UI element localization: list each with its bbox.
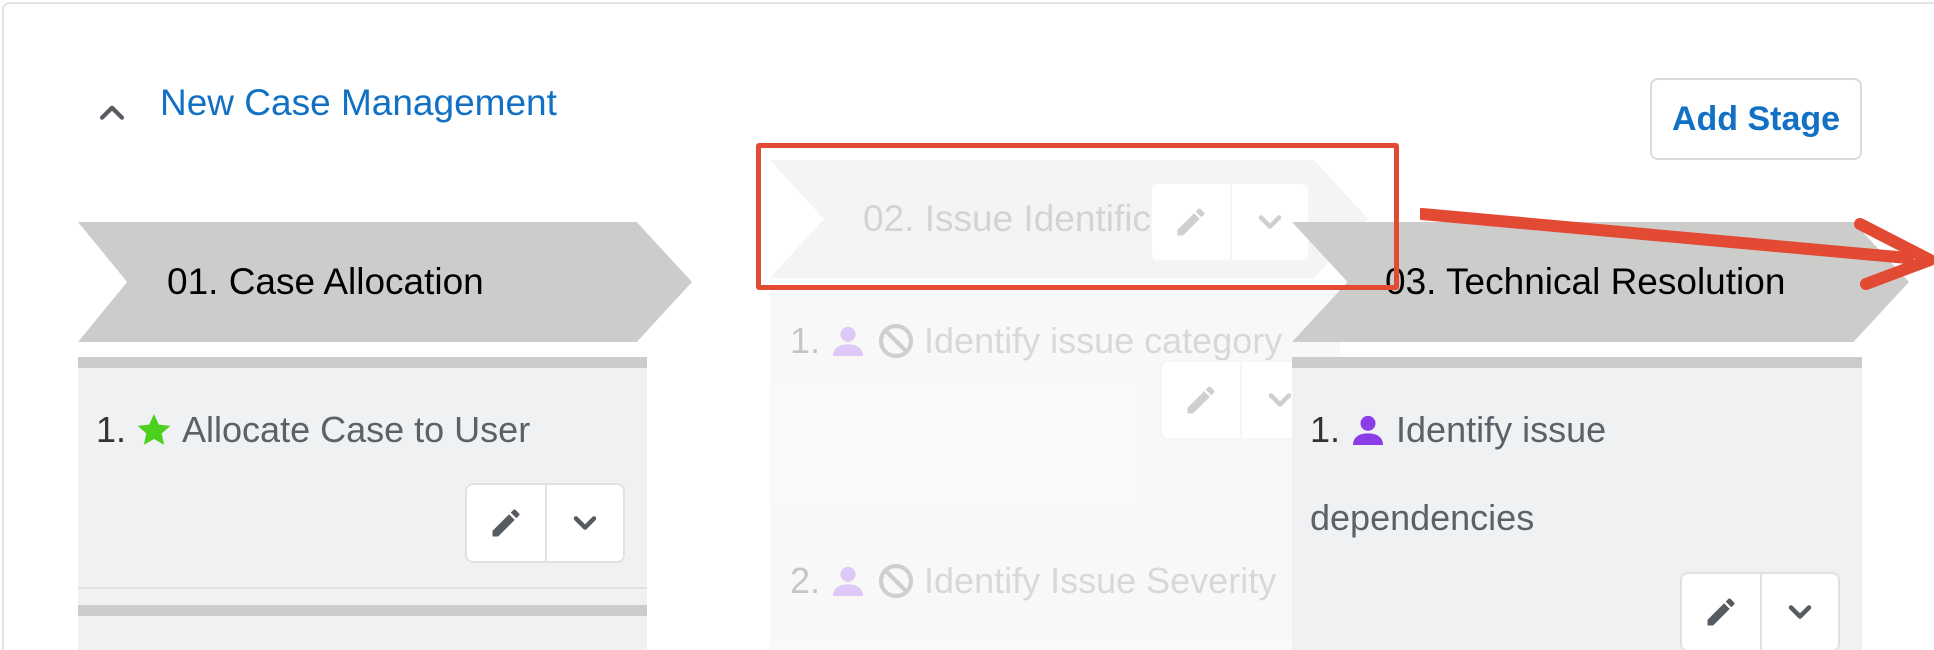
stage-column-3: 1. Identify issue dependencies xyxy=(1292,357,1862,650)
activity-menu-button[interactable] xyxy=(545,485,623,561)
activity-number: 1. xyxy=(790,320,821,361)
activity-item[interactable]: 1. Identify issue xyxy=(1310,409,1606,451)
add-stage-button[interactable]: Add Stage xyxy=(1650,78,1862,160)
activity-menu-button[interactable] xyxy=(1760,574,1838,650)
activity-label: Identify issue category xyxy=(924,320,1283,361)
activity-label-line2: dependencies xyxy=(1310,497,1535,538)
edit-activity-button[interactable] xyxy=(467,485,545,561)
activity-divider xyxy=(78,587,647,589)
activity-label-continued: dependencies xyxy=(1310,497,1534,539)
activity-label: Allocate Case to User xyxy=(182,409,531,450)
stage-label: 01. Case Allocation xyxy=(167,261,484,302)
pencil-icon xyxy=(1187,386,1215,414)
user-icon xyxy=(828,321,868,361)
process-title[interactable]: New Case Management xyxy=(160,82,557,124)
activity-label: Identify issue xyxy=(1396,409,1607,450)
star-icon xyxy=(134,410,174,450)
highlight-box-annotation xyxy=(756,143,1399,290)
chevron-down-icon xyxy=(573,516,597,530)
blocked-icon xyxy=(876,321,916,361)
activity-number: 1. xyxy=(1310,409,1341,450)
user-icon xyxy=(828,561,868,601)
activity-actions xyxy=(465,483,625,563)
stage-column-1: 1. Allocate Case to User xyxy=(78,357,647,650)
activity-item[interactable]: 1. Allocate Case to User xyxy=(96,409,530,451)
edit-activity-button xyxy=(1162,362,1240,438)
arrow-annotation xyxy=(1420,208,1934,290)
activity-label: Identify Issue Severity xyxy=(924,560,1277,601)
user-icon xyxy=(1348,410,1388,450)
activity-number: 2. xyxy=(790,560,821,601)
column-header-bar xyxy=(1292,357,1862,368)
stage-column-2: 1. Identify issue category 2. Identify I… xyxy=(770,290,1340,650)
activity-item: 1. Identify issue category xyxy=(790,320,1282,362)
chevron-down-icon xyxy=(1788,605,1812,619)
activity-actions xyxy=(1680,572,1840,650)
column-header-bar xyxy=(78,357,647,368)
stage-chevron-1[interactable]: 01. Case Allocation xyxy=(78,222,692,342)
collapse-chevron-up-icon[interactable] xyxy=(92,92,132,132)
edit-activity-button[interactable] xyxy=(1682,574,1760,650)
pencil-icon xyxy=(1707,598,1735,626)
blocked-icon xyxy=(876,561,916,601)
activity-item: 2. Identify Issue Severity xyxy=(790,560,1276,602)
activity-number: 1. xyxy=(96,409,127,450)
pencil-icon xyxy=(492,509,520,537)
activity-separator-bar xyxy=(78,605,647,616)
